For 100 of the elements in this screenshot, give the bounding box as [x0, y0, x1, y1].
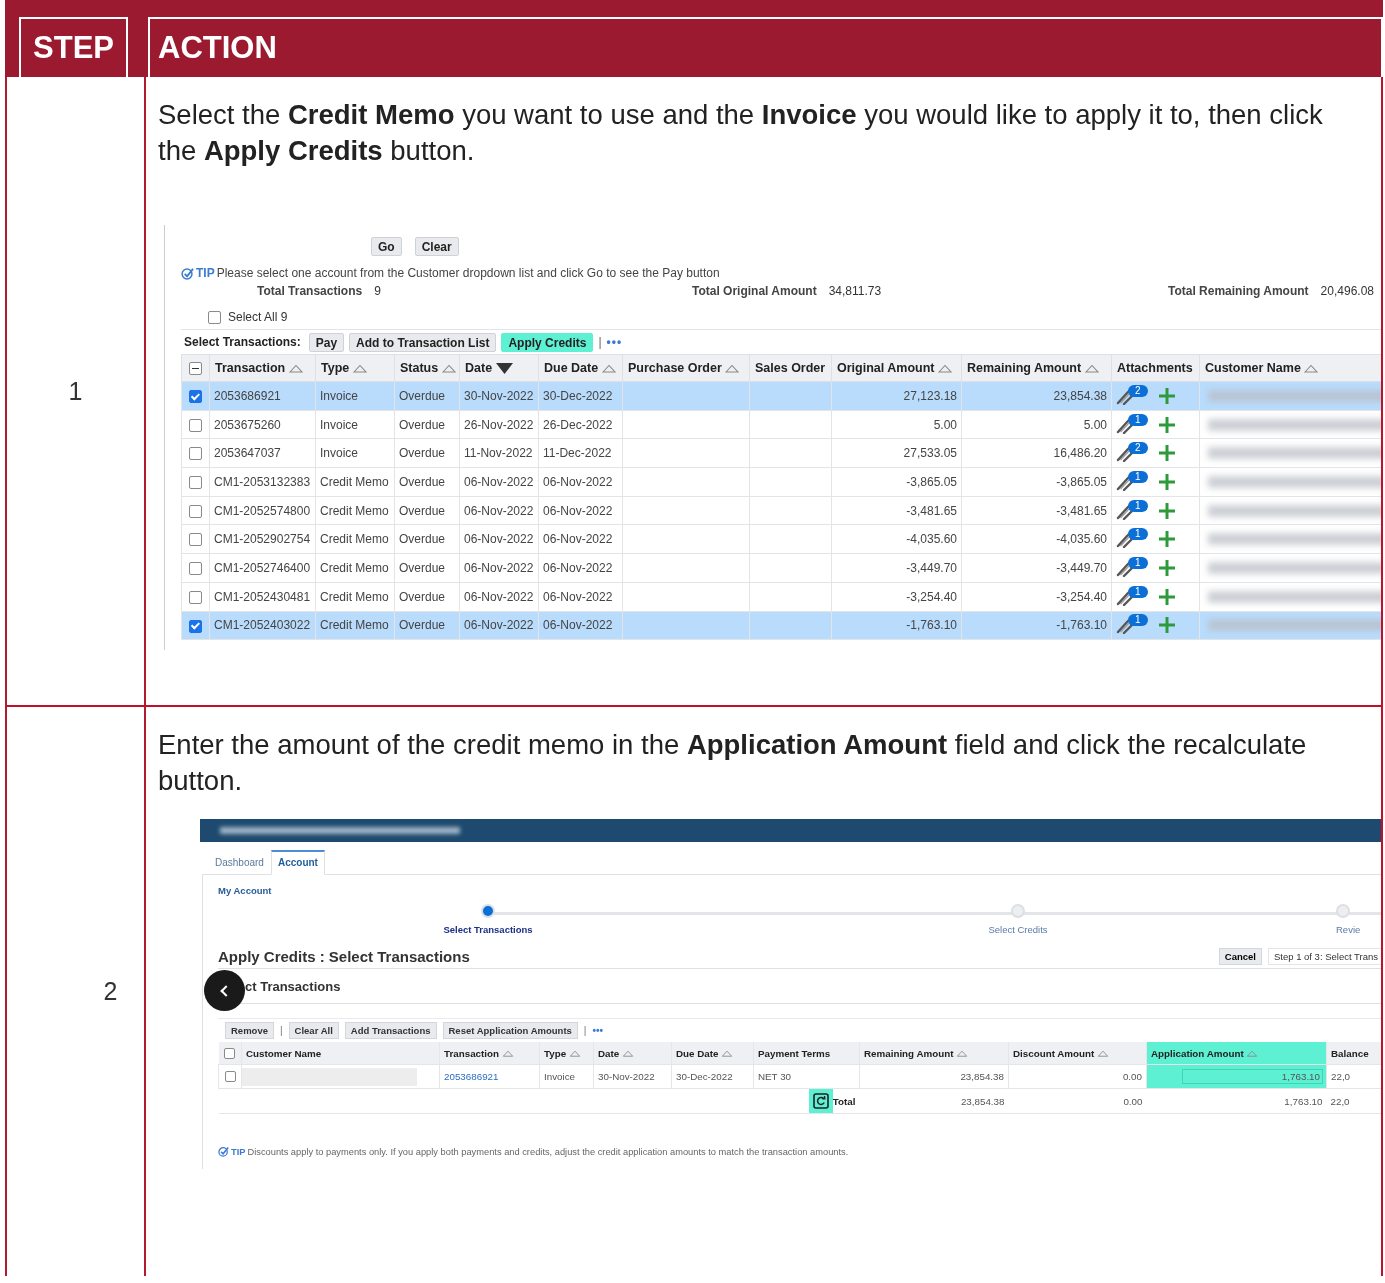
- plus-icon[interactable]: [1157, 444, 1176, 463]
- column-header[interactable]: Date: [593, 1042, 672, 1065]
- column-header[interactable]: Type: [315, 354, 395, 382]
- column-header[interactable]: Customer Name: [1199, 354, 1381, 382]
- sort-up-icon[interactable]: [601, 364, 616, 374]
- sort-up-icon[interactable]: [937, 364, 952, 374]
- plus-icon[interactable]: [1157, 472, 1176, 491]
- page-title: Apply Credits : Select Transactions: [218, 947, 471, 965]
- sort-up-icon[interactable]: [621, 1049, 634, 1057]
- checkbox[interactable]: [189, 590, 202, 604]
- application-amount-field[interactable]: 1,763.10: [1182, 1069, 1323, 1084]
- sort-up-icon[interactable]: [1097, 1049, 1109, 1057]
- plus-icon[interactable]: [1157, 386, 1176, 405]
- plus-icon[interactable]: [1157, 501, 1176, 520]
- sort-up-icon[interactable]: [1084, 364, 1099, 374]
- column-header[interactable]: Payment Terms: [753, 1042, 860, 1065]
- column-header[interactable]: Remaining Amount: [961, 354, 1112, 382]
- sort-up-icon[interactable]: [441, 364, 456, 374]
- attachment-count-badge: 1: [1128, 528, 1148, 541]
- column-header[interactable]: Customer Name: [241, 1042, 440, 1065]
- table-cell: 5.00: [831, 410, 962, 439]
- checkbox[interactable]: [189, 619, 202, 633]
- table-cell: Credit Memo: [315, 524, 395, 554]
- toolbar-button[interactable]: Add to Transaction List: [349, 332, 497, 352]
- sort-up-icon[interactable]: [1304, 364, 1319, 374]
- toolbar-button[interactable]: Apply Credits: [501, 332, 594, 352]
- checkbox[interactable]: [189, 447, 202, 461]
- total-label: Total: [832, 1095, 856, 1107]
- checkbox[interactable]: [224, 1071, 236, 1083]
- sort-up-icon[interactable]: [1246, 1049, 1259, 1057]
- toolbar-button[interactable]: Pay: [308, 332, 345, 352]
- column-header[interactable]: Application Amount: [1146, 1042, 1327, 1065]
- sort-up-icon[interactable]: [501, 1049, 514, 1057]
- checkbox[interactable]: [189, 476, 202, 490]
- plus-icon[interactable]: [1157, 530, 1176, 549]
- column-header[interactable]: Attachments: [1111, 354, 1200, 382]
- sort-up-icon[interactable]: [725, 364, 740, 374]
- table-cell: CM1-2052902754: [209, 524, 316, 554]
- column-header[interactable]: Remaining Amount: [859, 1042, 1009, 1065]
- column-header[interactable]: Original Amount: [831, 354, 962, 382]
- column-header[interactable]: Date: [459, 354, 539, 382]
- column-header[interactable]: Transaction: [439, 1042, 540, 1065]
- cancel-button[interactable]: Cancel: [1218, 947, 1262, 965]
- column-header[interactable]: Balance: [1326, 1042, 1381, 1065]
- tab[interactable]: Account: [270, 850, 325, 875]
- recalculate-button[interactable]: [808, 1089, 833, 1113]
- column-header[interactable]: Transaction: [209, 354, 316, 382]
- column-header[interactable]: Purchase Order: [622, 354, 750, 382]
- toolbar-button[interactable]: Reset Application Amounts: [442, 1022, 578, 1039]
- step-number: 2: [7, 707, 146, 1276]
- action-button[interactable]: Clear: [414, 237, 459, 256]
- train-step-label[interactable]: Select Transactions: [443, 924, 533, 935]
- sort-up-icon[interactable]: [568, 1049, 581, 1057]
- column-header[interactable]: Sales Order: [749, 354, 832, 382]
- table-cell: 06-Nov-2022: [459, 582, 539, 611]
- table-cell: Overdue: [394, 611, 460, 640]
- column-header[interactable]: Type: [539, 1042, 594, 1065]
- toolbar-button[interactable]: Add Transactions: [344, 1022, 437, 1039]
- checkbox[interactable]: [189, 390, 202, 403]
- more-button[interactable]: •••: [606, 335, 623, 349]
- sort-up-icon[interactable]: [352, 364, 367, 374]
- table-cell: 06-Nov-2022: [459, 496, 539, 525]
- attachment-count-badge: 1: [1128, 585, 1148, 598]
- breadcrumb-link[interactable]: My Account: [218, 885, 272, 896]
- tab[interactable]: Dashboard: [208, 850, 271, 875]
- sort-up-icon[interactable]: [721, 1049, 734, 1057]
- plus-icon[interactable]: [1157, 415, 1176, 434]
- checkbox[interactable]: [189, 362, 202, 376]
- more-button[interactable]: •••: [592, 1025, 603, 1036]
- checkbox[interactable]: [189, 562, 202, 576]
- sort-up-icon[interactable]: [956, 1049, 969, 1057]
- train-stop[interactable]: [481, 904, 495, 918]
- checkbox[interactable]: [224, 1047, 236, 1059]
- plus-icon[interactable]: [1157, 558, 1176, 577]
- table-cell: -3,449.70: [831, 553, 962, 583]
- column-header[interactable]: Status: [394, 354, 460, 382]
- train-step-label[interactable]: Revie: [1336, 924, 1361, 935]
- plus-icon[interactable]: [1157, 587, 1176, 606]
- transaction-link[interactable]: 2053686921: [439, 1064, 540, 1089]
- train-step-label[interactable]: Select Credits: [988, 924, 1048, 935]
- checkbox[interactable]: [208, 310, 221, 324]
- table-cell: 30-Dec-2022: [671, 1064, 754, 1089]
- column-header[interactable]: Due Date: [671, 1042, 754, 1065]
- checkbox[interactable]: [189, 418, 202, 432]
- action-button[interactable]: Go: [371, 237, 402, 256]
- back-button[interactable]: [204, 969, 245, 1011]
- section-title: ct Transactions: [245, 978, 341, 994]
- attachment-count-badge: 2: [1128, 442, 1148, 455]
- checkbox[interactable]: [189, 504, 202, 518]
- column-header[interactable]: Due Date: [538, 354, 623, 382]
- sort-down-icon[interactable]: [495, 363, 513, 375]
- table-cell: Invoice: [315, 381, 395, 411]
- plus-icon[interactable]: [1157, 616, 1176, 635]
- toolbar-button[interactable]: Remove: [225, 1022, 274, 1039]
- table-cell: -3,481.65: [961, 496, 1112, 525]
- sort-up-icon[interactable]: [288, 364, 303, 374]
- toolbar-button[interactable]: Clear All: [288, 1022, 339, 1039]
- table-cell: 11-Nov-2022: [459, 438, 539, 468]
- checkbox[interactable]: [189, 533, 202, 547]
- column-header[interactable]: Discount Amount: [1008, 1042, 1147, 1065]
